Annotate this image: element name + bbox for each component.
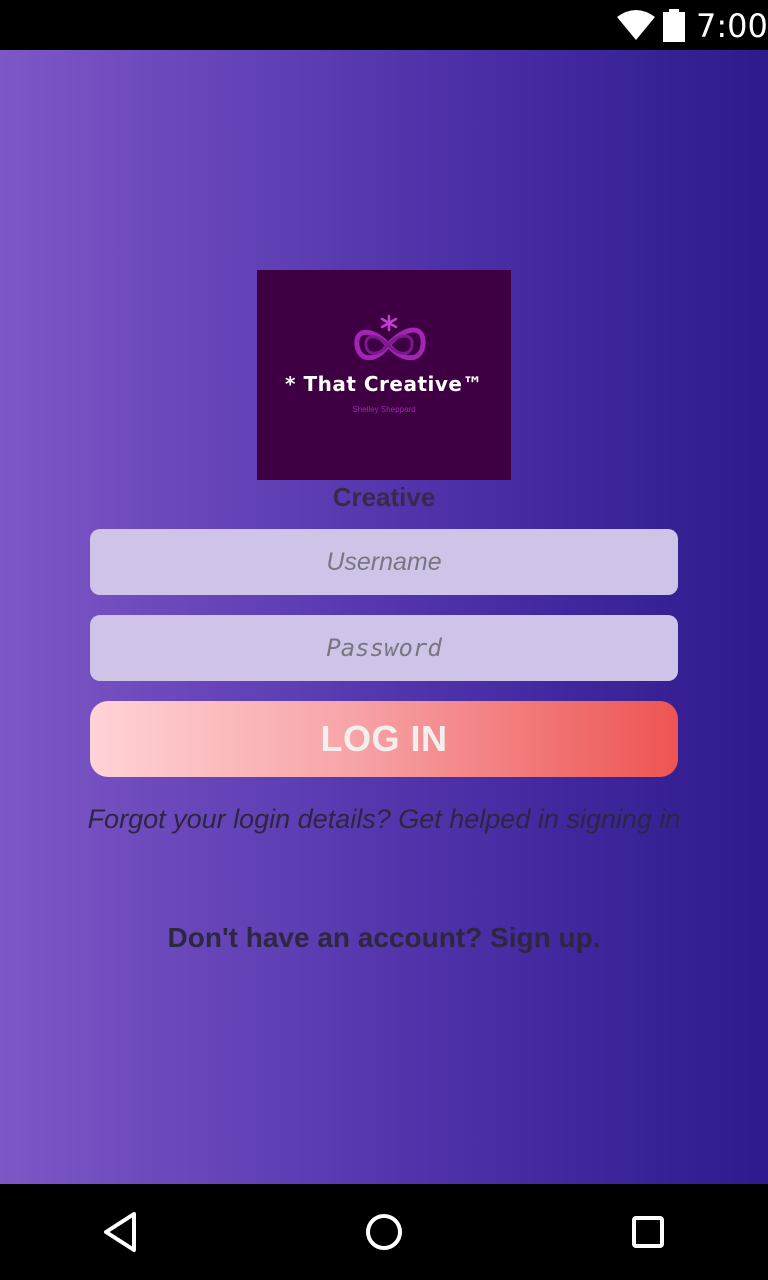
- login-screen: * That Creative™ Shelley Sheppard Creati…: [0, 50, 768, 1184]
- logo-sub-text: Shelley Sheppard: [352, 405, 416, 414]
- app-name: Creative: [332, 482, 436, 512]
- navigation-bar: [0, 1184, 768, 1280]
- forgot-login-link[interactable]: Forgot your login details? Get helped in…: [0, 804, 768, 835]
- back-triangle-icon[interactable]: [90, 1204, 150, 1260]
- home-circle-icon[interactable]: [354, 1204, 414, 1260]
- battery-icon: [663, 9, 685, 42]
- username-input[interactable]: [90, 529, 678, 595]
- infinity-icon: [354, 314, 426, 361]
- logo-brand-text: * That Creative™: [285, 372, 483, 396]
- signup-link[interactable]: Don't have an account? Sign up.: [0, 922, 768, 954]
- screen: 7:00 * That Creative™ Shelley Sheppard C…: [0, 0, 768, 1280]
- recent-apps-square-icon[interactable]: [618, 1204, 678, 1260]
- status-bar: 7:00: [0, 0, 768, 50]
- login-button[interactable]: LOG IN: [90, 701, 678, 777]
- password-input[interactable]: [90, 615, 678, 681]
- logo: * That Creative™ Shelley Sheppard: [257, 270, 511, 480]
- status-time: 7:00: [696, 7, 768, 45]
- wifi-icon: [617, 10, 655, 40]
